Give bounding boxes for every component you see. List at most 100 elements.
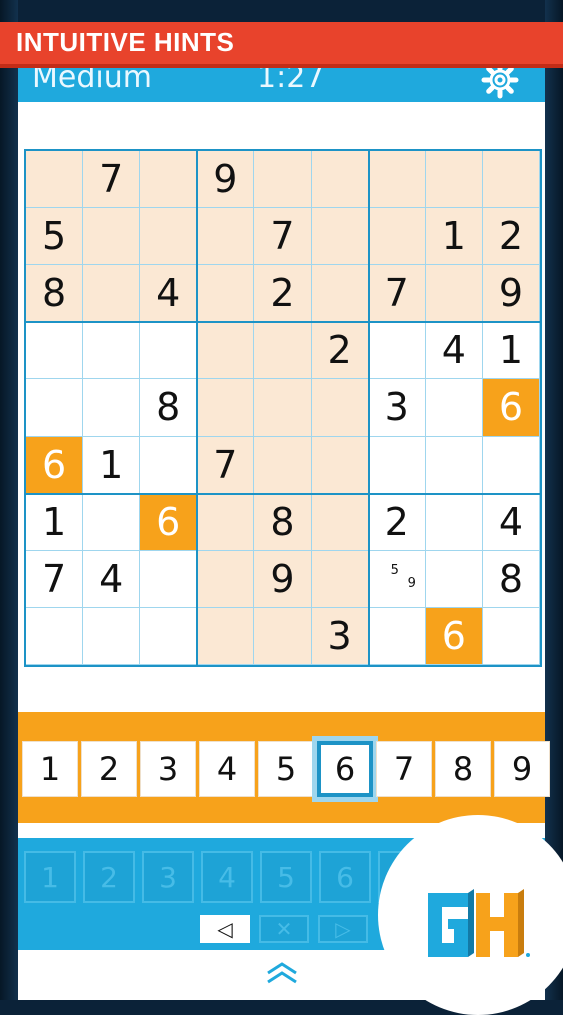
number-key[interactable]: 1 — [22, 741, 78, 797]
grid-cell[interactable] — [311, 436, 369, 494]
grid-cell[interactable]: 3 — [368, 379, 426, 437]
grid-cell[interactable] — [254, 379, 312, 437]
grid-cell[interactable] — [425, 265, 483, 323]
grid-cell[interactable] — [197, 550, 255, 608]
grid-cell[interactable]: 4 — [482, 493, 540, 551]
grid-cell[interactable]: 2 — [368, 493, 426, 551]
grid-cell[interactable] — [425, 151, 483, 209]
grid-cell[interactable]: 9 — [482, 265, 540, 323]
grid-cell[interactable]: 6 — [140, 493, 198, 551]
grid-cell[interactable] — [425, 493, 483, 551]
grid-cell[interactable]: 5 — [26, 208, 84, 266]
grid-cell[interactable]: 8 — [26, 265, 84, 323]
grid-cell[interactable]: 4 — [425, 322, 483, 380]
grid-cell[interactable] — [83, 265, 141, 323]
grid-cell[interactable]: 1 — [83, 436, 141, 494]
grid-cell[interactable]: 1 — [26, 493, 84, 551]
grid-cell[interactable] — [197, 379, 255, 437]
grid-cell[interactable] — [254, 151, 312, 209]
pencil-key[interactable]: 6 — [319, 851, 371, 903]
grid-cell[interactable]: 3 — [311, 607, 369, 665]
number-key[interactable]: 3 — [140, 741, 196, 797]
grid-cell[interactable] — [197, 265, 255, 323]
grid-cell[interactable]: 7 — [254, 208, 312, 266]
grid-cell[interactable] — [140, 550, 198, 608]
grid-cell[interactable]: 9 — [197, 151, 255, 209]
grid-cell[interactable] — [311, 493, 369, 551]
number-key[interactable]: 6 — [317, 741, 373, 797]
grid-cell[interactable] — [368, 436, 426, 494]
grid-cell[interactable] — [197, 208, 255, 266]
grid-cell[interactable]: 1 — [482, 322, 540, 380]
pencil-key[interactable]: 4 — [201, 851, 253, 903]
grid-cell[interactable] — [482, 151, 540, 209]
grid-cell[interactable] — [83, 322, 141, 380]
grid-cell[interactable] — [425, 379, 483, 437]
grid-cell[interactable] — [140, 322, 198, 380]
number-key[interactable]: 2 — [81, 741, 137, 797]
grid-cell[interactable]: 6 — [26, 436, 84, 494]
number-key[interactable]: 9 — [494, 741, 550, 797]
grid-cell[interactable]: 7 — [197, 436, 255, 494]
grid-cell[interactable]: 4 — [83, 550, 141, 608]
grid-cell[interactable] — [482, 607, 540, 665]
grid-cell[interactable] — [311, 208, 369, 266]
grid-cell[interactable] — [197, 493, 255, 551]
grid-cell[interactable] — [311, 265, 369, 323]
undo-button[interactable]: ◁ — [200, 915, 250, 943]
grid-cell[interactable]: 2 — [311, 322, 369, 380]
grid-cell[interactable] — [254, 436, 312, 494]
grid-cell[interactable]: 2 — [482, 208, 540, 266]
grid-cell[interactable] — [197, 607, 255, 665]
number-key[interactable]: 7 — [376, 741, 432, 797]
grid-cell[interactable] — [26, 322, 84, 380]
grid-cell[interactable]: 2 — [254, 265, 312, 323]
grid-cell[interactable] — [254, 322, 312, 380]
pencil-key[interactable]: 2 — [83, 851, 135, 903]
grid-cell[interactable] — [83, 493, 141, 551]
grid-cell[interactable] — [140, 151, 198, 209]
number-key[interactable]: 8 — [435, 741, 491, 797]
grid-cell[interactable] — [311, 151, 369, 209]
grid-cell[interactable]: 9 — [254, 550, 312, 608]
grid-cell[interactable]: 7 — [368, 265, 426, 323]
grid-cell[interactable] — [197, 322, 255, 380]
grid-cell[interactable]: 8 — [482, 550, 540, 608]
number-key[interactable]: 4 — [199, 741, 255, 797]
grid-cell[interactable] — [311, 379, 369, 437]
grid-cell[interactable] — [26, 151, 84, 209]
grid-cell[interactable] — [254, 607, 312, 665]
grid-cell[interactable] — [140, 607, 198, 665]
grid-cell[interactable] — [140, 436, 198, 494]
grid-cell[interactable] — [368, 151, 426, 209]
grid-cell[interactable] — [83, 208, 141, 266]
erase-button[interactable]: ✕ — [259, 915, 309, 943]
grid-cell[interactable]: 7 — [83, 151, 141, 209]
grid-cell[interactable] — [482, 436, 540, 494]
grid-cell[interactable]: 7 — [26, 550, 84, 608]
grid-cell[interactable] — [425, 550, 483, 608]
grid-cell[interactable]: 8 — [254, 493, 312, 551]
grid-cell[interactable] — [83, 379, 141, 437]
grid-cell[interactable] — [26, 607, 84, 665]
grid-cell[interactable] — [311, 550, 369, 608]
grid-cell[interactable]: 1 — [425, 208, 483, 266]
grid-cell[interactable] — [368, 607, 426, 665]
grid-cell[interactable]: 8 — [140, 379, 198, 437]
grid-cell[interactable]: 4 — [140, 265, 198, 323]
grid-cell[interactable]: 6 — [482, 379, 540, 437]
number-key[interactable]: 5 — [258, 741, 314, 797]
pencil-key[interactable]: 1 — [24, 851, 76, 903]
pencil-key[interactable]: 3 — [142, 851, 194, 903]
grid-cell[interactable] — [368, 322, 426, 380]
grid-cell[interactable]: 6 — [425, 607, 483, 665]
grid-cell[interactable] — [425, 436, 483, 494]
redo-button[interactable]: ▷ — [318, 915, 368, 943]
grid-cell[interactable]: 59 — [368, 550, 426, 608]
chevron-up-icon[interactable] — [265, 960, 299, 986]
grid-cell[interactable] — [26, 379, 84, 437]
grid-cell[interactable] — [83, 607, 141, 665]
grid-cell[interactable] — [140, 208, 198, 266]
grid-cell[interactable] — [368, 208, 426, 266]
pencil-key[interactable]: 5 — [260, 851, 312, 903]
